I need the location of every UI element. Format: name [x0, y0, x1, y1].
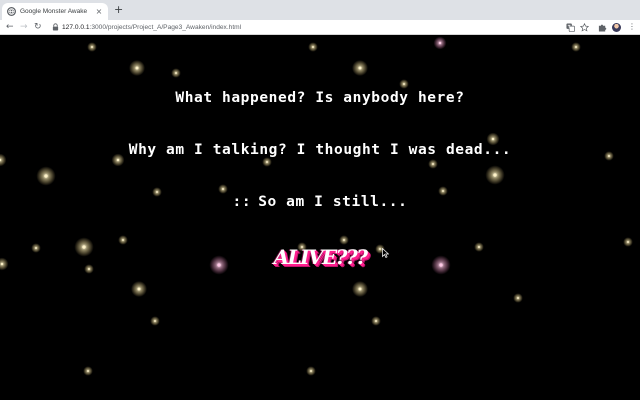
star-core — [358, 66, 362, 70]
star-core — [122, 239, 124, 241]
address-bar[interactable]: 127.0.0.1:3000/projects/Project_A/Page3_… — [62, 22, 241, 33]
star-core — [517, 297, 519, 299]
avatar[interactable] — [612, 23, 621, 32]
url-path: :3000/projects/Project_A/Page3_Awaken/in… — [89, 24, 242, 31]
new-tab-button[interactable]: + — [114, 3, 123, 17]
star-core — [432, 163, 434, 165]
tab-title: Google Monster Awake — [20, 8, 88, 15]
browser-tab-bar: Google Monster Awake × + — [0, 0, 640, 20]
star-core — [491, 137, 495, 141]
browser-toolbar: ← → ↻ 127.0.0.1:3000/projects/Project_A/… — [0, 20, 640, 35]
lock-icon[interactable] — [52, 23, 59, 31]
quote-mark-icon: :: — [232, 194, 252, 210]
star-core — [627, 241, 629, 243]
dialogue-line-3-text: So am I still... — [258, 194, 408, 210]
dialogue-line-2: Why am I talking? I thought I was dead..… — [128, 142, 512, 158]
reload-button[interactable]: ↻ — [34, 21, 42, 33]
star-core — [87, 370, 89, 372]
url-host: 127.0.0.1 — [62, 24, 90, 31]
star-core — [154, 320, 156, 322]
dialogue-line-1: What happened? Is anybody here? — [175, 90, 465, 106]
page-viewport: What happened? Is anybody here? Why am I… — [0, 36, 640, 400]
back-button[interactable]: ← — [6, 21, 14, 33]
star-core — [310, 370, 312, 372]
star-core — [116, 158, 120, 162]
cursor-icon — [382, 248, 389, 258]
star-core — [156, 191, 158, 193]
kebab-menu-icon[interactable]: ⋮ — [628, 21, 636, 33]
star-core — [44, 174, 48, 178]
star-core — [438, 41, 442, 45]
star-icon[interactable] — [580, 23, 589, 32]
star-core — [343, 239, 345, 241]
globe-icon — [7, 7, 16, 16]
star-core — [222, 188, 224, 190]
star-core — [375, 320, 377, 322]
browser-tab[interactable]: Google Monster Awake × — [2, 3, 108, 20]
star-core — [91, 46, 93, 48]
star-core — [312, 46, 314, 48]
tab-close-icon[interactable]: × — [95, 7, 103, 16]
translate-icon[interactable] — [566, 23, 575, 32]
star-core — [493, 173, 497, 177]
star-core — [403, 83, 405, 85]
star-core — [135, 66, 139, 70]
puzzle-icon[interactable] — [598, 23, 607, 32]
star-core — [175, 72, 177, 74]
star-core — [575, 46, 577, 48]
dialogue-line-3: :: So am I still... — [0, 194, 640, 210]
star-core — [358, 287, 362, 291]
star-core — [442, 190, 444, 192]
forward-button[interactable]: → — [20, 21, 28, 33]
star-core — [137, 287, 141, 291]
star-core — [266, 161, 268, 163]
alive-title: ALIVE??? — [273, 245, 368, 269]
